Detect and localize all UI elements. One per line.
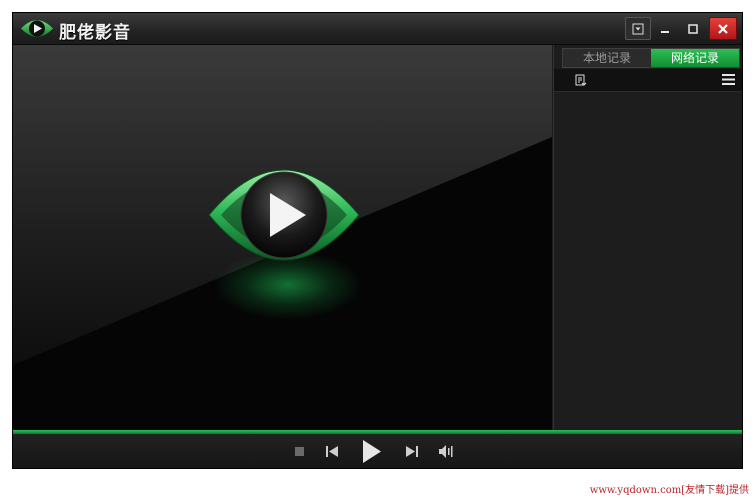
maximize-icon: [688, 23, 698, 34]
add-file-icon[interactable]: [574, 73, 588, 87]
next-icon[interactable]: [406, 446, 418, 457]
stop-icon[interactable]: [295, 447, 304, 456]
big-play-icon[interactable]: [207, 155, 361, 275]
close-icon: [718, 23, 728, 34]
maximize-button[interactable]: [679, 17, 707, 40]
volume-icon[interactable]: [439, 445, 453, 458]
minimize-icon: [661, 30, 669, 33]
list-menu-icon[interactable]: [722, 73, 735, 86]
minimize-button[interactable]: [651, 17, 679, 40]
tab-local-history[interactable]: 本地记录: [563, 49, 651, 67]
dropdown-button[interactable]: [625, 17, 651, 40]
previous-icon[interactable]: [326, 446, 338, 457]
title-bar[interactable]: 肥佬影音: [13, 13, 742, 45]
close-button[interactable]: [709, 17, 737, 40]
control-bar: [13, 434, 742, 468]
app-logo-icon: [21, 20, 53, 37]
video-area[interactable]: [13, 45, 552, 430]
player-window: 肥佬影音 本地记录 网络记录: [12, 12, 743, 469]
play-icon[interactable]: [362, 439, 382, 464]
playlist-tabs: 本地记录 网络记录: [562, 48, 740, 68]
watermark-text: www.yqdown.com[友情下载]提供: [589, 485, 749, 496]
tab-network-history[interactable]: 网络记录: [651, 49, 739, 67]
app-title: 肥佬影音: [59, 23, 131, 43]
dropdown-icon: [632, 23, 644, 34]
playlist-toolbar: [554, 69, 742, 92]
playlist-panel: 本地记录 网络记录: [553, 45, 742, 430]
